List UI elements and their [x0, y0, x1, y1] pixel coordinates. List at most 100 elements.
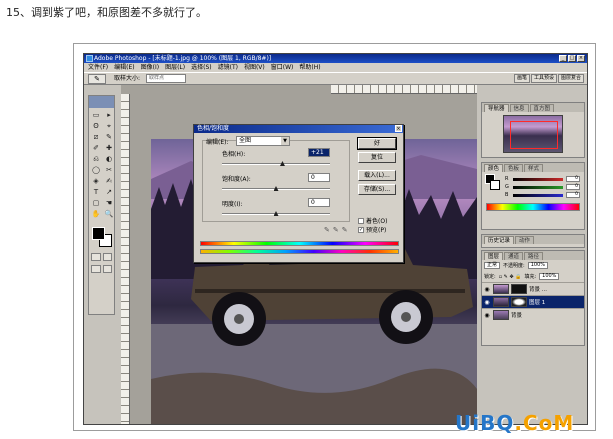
tab-history[interactable]: 历史记录 — [484, 236, 515, 244]
tool-icon[interactable]: T — [90, 187, 102, 197]
quickmask-mode-icon[interactable] — [102, 253, 112, 261]
hue-slider-track — [222, 163, 330, 165]
screen-mode-icon[interactable] — [91, 265, 101, 273]
tool-icon[interactable]: ☚ — [103, 198, 115, 208]
tool-icon[interactable]: ▸ — [103, 110, 115, 120]
mask-mode-row — [89, 251, 114, 263]
tool-icon[interactable]: ⧄ — [90, 132, 102, 142]
navigator-view-box[interactable] — [510, 121, 558, 149]
tool-icon[interactable]: ✎ — [103, 132, 115, 142]
layer-row[interactable]: ◉ 图层 1 — [482, 295, 584, 308]
tool-icon[interactable]: ʘ — [90, 121, 102, 131]
eyedropper-icon[interactable]: ✎ — [324, 226, 330, 234]
opacity-field[interactable]: 100% — [527, 262, 548, 269]
menu-file[interactable]: 文件(F) — [88, 63, 108, 72]
blend-mode-select[interactable]: 正常 — [484, 262, 501, 269]
tool-icon[interactable]: ⌖ — [103, 121, 115, 131]
layer-row[interactable]: ◉ 背景 ... — [482, 282, 584, 295]
menu-filter[interactable]: 滤镜(T) — [218, 63, 238, 72]
navigator-thumbnail[interactable] — [503, 115, 563, 153]
layers-tabs: 图层 通道 路径 — [482, 251, 584, 260]
sample-size-select[interactable]: 取样点 — [146, 74, 186, 83]
eye-icon[interactable]: ◉ — [483, 299, 491, 306]
menu-image[interactable]: 图像(I) — [141, 63, 159, 72]
fill-field[interactable]: 100% — [539, 273, 560, 280]
channel-slider[interactable] — [513, 177, 563, 181]
tab-info[interactable]: 信息 — [509, 104, 529, 112]
eye-icon[interactable]: ◉ — [483, 312, 491, 319]
tool-icon[interactable]: ◐ — [103, 154, 115, 164]
channel-value[interactable]: 0 — [566, 184, 580, 190]
color-tabs: 颜色 色板 样式 — [482, 163, 584, 172]
menu-select[interactable]: 选择(S) — [191, 63, 212, 72]
lock-icons[interactable]: ▫ ✎ ✥ 🔒 — [499, 274, 522, 280]
minimize-icon[interactable]: _ — [559, 55, 567, 62]
preview-row[interactable]: ✓ 预览(P) — [358, 225, 386, 234]
maximize-icon[interactable]: □ — [568, 55, 576, 62]
hue-value-field[interactable]: +21 — [308, 148, 330, 157]
eyedropper-minus-icon[interactable]: ✎ — [342, 226, 348, 234]
color-bg-swatch[interactable] — [490, 180, 500, 190]
tool-icon[interactable]: ◈ — [90, 176, 102, 186]
well-tab-tool-presets[interactable]: 工具预设 — [530, 74, 557, 83]
tool-icon[interactable]: ↗ — [103, 187, 115, 197]
eyedropper-plus-icon[interactable]: ✎ — [333, 226, 339, 234]
close-icon[interactable]: × — [577, 55, 585, 62]
well-tab-layer-comps[interactable]: 图层复合 — [557, 74, 584, 83]
save-button[interactable]: 存储(S)... — [358, 184, 396, 195]
colorize-checkbox[interactable] — [358, 217, 364, 224]
tool-icon[interactable]: ✋ — [90, 209, 102, 219]
tab-paths[interactable]: 路径 — [524, 252, 544, 260]
eyedropper-icon[interactable]: ✎ — [88, 74, 106, 84]
menu-view[interactable]: 视图(V) — [244, 63, 265, 72]
preview-checkbox[interactable]: ✓ — [358, 226, 364, 233]
tool-icon[interactable]: 🔍 — [103, 209, 115, 219]
dialog-close-icon[interactable]: × — [395, 125, 402, 132]
edit-select[interactable]: 全图 ▼ — [236, 136, 290, 146]
channel-value[interactable]: 0 — [566, 176, 580, 182]
saturation-value-field[interactable]: 0 — [308, 173, 330, 182]
tab-color[interactable]: 颜色 — [484, 164, 504, 172]
standard-mode-icon[interactable] — [91, 253, 101, 261]
reset-button[interactable]: 复位 — [358, 152, 396, 163]
menu-layer[interactable]: 图层(L) — [165, 63, 185, 72]
color-ramp[interactable] — [486, 203, 580, 211]
tab-actions[interactable]: 动作 — [515, 236, 535, 244]
hue-label: 色相(H): — [222, 151, 246, 158]
foreground-color-swatch[interactable] — [92, 227, 105, 240]
channel-value[interactable]: 0 — [566, 192, 580, 198]
tool-icon[interactable]: ✍ — [103, 176, 115, 186]
tool-icon[interactable]: ⎌ — [90, 154, 102, 164]
tool-icon[interactable]: ▭ — [90, 110, 102, 120]
tab-swatches[interactable]: 色板 — [504, 164, 524, 172]
tool-icon[interactable]: ◯ — [90, 165, 102, 175]
lightness-value-field[interactable]: 0 — [308, 198, 330, 207]
options-bar: ✎ 取样大小: 取样点 画笔 工具预设 图层复合 — [84, 72, 587, 85]
menu-edit[interactable]: 编辑(E) — [114, 63, 134, 72]
edit-label: 编辑(E): — [206, 139, 229, 146]
tab-styles[interactable]: 样式 — [524, 164, 544, 172]
well-tab-brushes[interactable]: 画笔 — [513, 74, 530, 83]
menu-window[interactable]: 窗口(W) — [271, 63, 294, 72]
layer-row[interactable]: ◉ 背景 — [482, 308, 584, 321]
eye-icon[interactable]: ◉ — [483, 286, 491, 293]
load-button[interactable]: 载入(L)... — [358, 170, 396, 181]
tool-icon[interactable]: ✂ — [103, 165, 115, 175]
channel-slider[interactable] — [513, 193, 563, 197]
tool-grid: ▭ ▸ ʘ ⌖ ⧄ ✎ ✐ ✚ ⎌ ◐ ◯ ✂ ◈ ✍ T ↗ ▢ ☚ ✋ 🔍 — [89, 108, 114, 221]
tab-layers[interactable]: 图层 — [484, 252, 504, 260]
tool-icon[interactable]: ✚ — [103, 143, 115, 153]
navigator-tabs: 导航器 信息 直方图 — [482, 103, 584, 112]
tab-histogram[interactable]: 直方图 — [529, 104, 555, 112]
tab-channels[interactable]: 通道 — [504, 252, 524, 260]
channel-slider[interactable] — [513, 185, 563, 189]
colorize-row[interactable]: 着色(O) — [358, 216, 387, 225]
tool-icon[interactable]: ▢ — [90, 198, 102, 208]
ruler-top — [331, 85, 477, 94]
tool-icon[interactable]: ✐ — [90, 143, 102, 153]
ok-button[interactable]: 好 — [357, 137, 397, 150]
tab-navigator[interactable]: 导航器 — [484, 104, 509, 112]
fullscreen-mode-icon[interactable] — [102, 265, 112, 273]
menu-help[interactable]: 帮助(H) — [299, 63, 320, 72]
hue-saturation-dialog: 色相/饱和度 × 编辑(E): 全图 ▼ 色相(H): +21 饱和度(A): … — [193, 124, 404, 263]
